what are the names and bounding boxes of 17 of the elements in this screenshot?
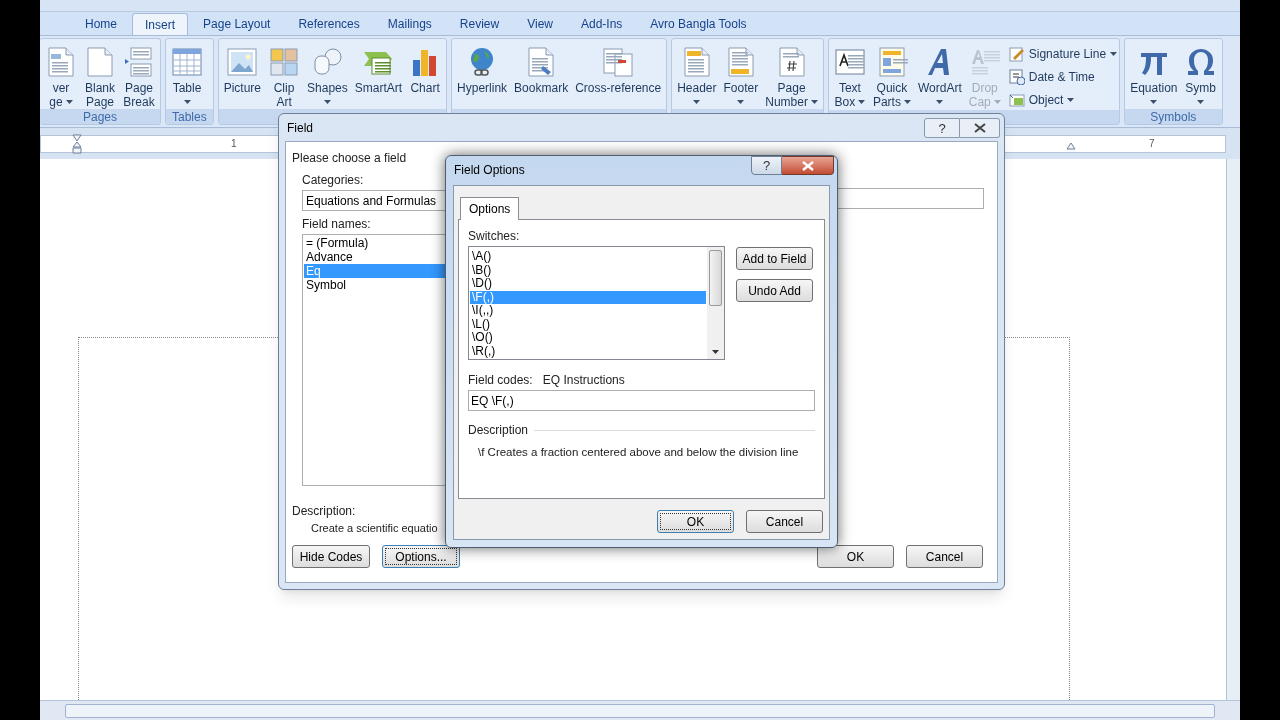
description-text: Create a scientific equatio <box>311 521 438 535</box>
field-label: Field names: <box>302 217 372 231</box>
window-title: Field Options <box>454 163 525 177</box>
field-label: Field codes: <box>468 373 533 387</box>
description-label: Description: <box>292 504 357 518</box>
group-label: Tables <box>172 109 207 124</box>
section-label: Description <box>468 423 529 437</box>
field-hint: EQ Instructions <box>542 373 625 387</box>
description-text: \f Creates a fraction centered above and below the division line <box>478 445 799 459</box>
group-label: Pages <box>83 109 117 124</box>
ruler-number: 1 <box>231 136 237 151</box>
field-label: Switches: <box>468 229 521 243</box>
field-label: Categories: <box>302 173 365 187</box>
ruler-number: 7 <box>1149 136 1155 151</box>
group-label: Symbols <box>1150 109 1197 124</box>
section-label: Please choose a field <box>292 151 408 165</box>
window-title: Field <box>287 119 313 137</box>
